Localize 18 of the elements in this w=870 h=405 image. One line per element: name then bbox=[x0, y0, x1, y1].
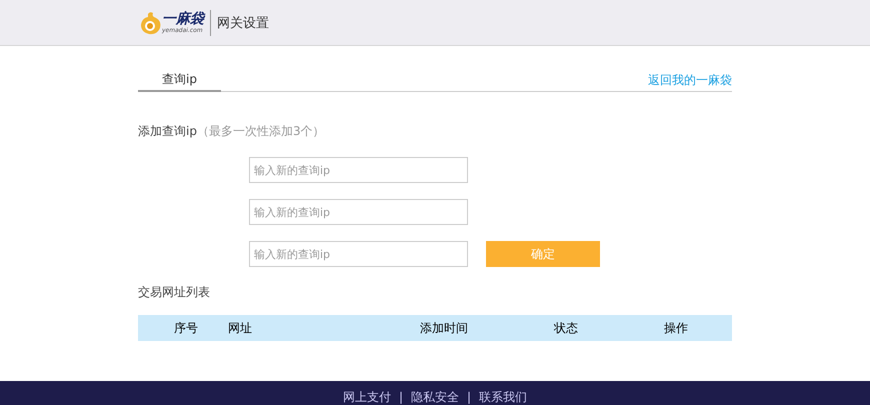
column-header: 网址 bbox=[227, 320, 252, 336]
column-header: 添加时间 bbox=[419, 320, 468, 336]
footer-separator: | bbox=[398, 389, 403, 405]
page-title: 网关设置 bbox=[217, 15, 269, 32]
column-header: 操作 bbox=[663, 320, 688, 336]
column-header: 状态 bbox=[553, 320, 578, 336]
footer-separator: | bbox=[467, 389, 472, 405]
logo-name: 一麻袋 bbox=[162, 11, 204, 27]
section-label: 添加查询ip（最多一次性添加3个） bbox=[138, 123, 326, 140]
ip-input-field[interactable]: 输入新的查询ip bbox=[249, 157, 468, 183]
ip-input-field[interactable]: 输入新的查询ip bbox=[249, 199, 468, 225]
tab[interactable]: 查询ip bbox=[138, 71, 221, 92]
list-title: 交易网址列表 bbox=[138, 284, 211, 301]
footer-link[interactable]: 网上支付 bbox=[342, 389, 391, 405]
footer-link[interactable]: 隐私安全 bbox=[411, 389, 459, 405]
footer-link[interactable]: 联系我们 bbox=[479, 389, 528, 405]
ip-input-field[interactable]: 输入新的查询ip bbox=[249, 241, 468, 267]
column-header: 序号 bbox=[173, 320, 198, 336]
